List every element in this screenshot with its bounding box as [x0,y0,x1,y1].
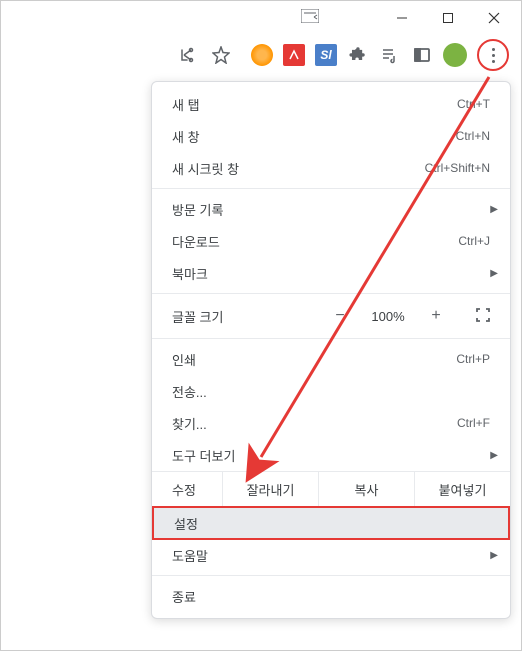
menu-new-tab[interactable]: 새 탭 Ctrl+T [152,88,510,120]
maximize-button[interactable] [425,2,471,34]
cut-button[interactable]: 잘라내기 [222,472,318,506]
menu-cast[interactable]: 전송... [152,375,510,407]
menu-zoom-row: 글꼴 크기 − 100% + [152,298,510,334]
zoom-value: 100% [368,309,408,324]
tab-status-icon [301,9,319,28]
menu-find[interactable]: 찾기... Ctrl+F [152,407,510,439]
media-control-icon[interactable] [379,44,401,66]
menu-shortcut: Ctrl+P [456,352,490,366]
browser-toolbar: Sl [1,35,521,75]
chevron-right-icon: ▶ [490,204,498,215]
fullscreen-icon[interactable] [476,308,490,325]
menu-help[interactable]: 도움말 ▶ [152,539,510,571]
minimize-button[interactable] [379,2,425,34]
menu-exit[interactable]: 종료 [152,580,510,612]
paste-button[interactable]: 붙여넣기 [414,472,510,506]
copy-button[interactable]: 복사 [318,472,414,506]
menu-item-label: 북마크 [172,264,208,283]
menu-shortcut: Ctrl+N [456,129,490,143]
menu-shortcut: Ctrl+F [457,416,490,430]
edit-label: 수정 [152,480,222,499]
menu-history[interactable]: 방문 기록 ▶ [152,193,510,225]
menu-shortcut: Ctrl+T [457,97,490,111]
profile-avatar[interactable] [443,43,467,67]
bookmark-star-icon[interactable] [209,43,233,67]
menu-incognito[interactable]: 새 시크릿 창 Ctrl+Shift+N [152,152,510,184]
share-icon[interactable] [175,43,199,67]
menu-item-label: 전송... [172,382,207,401]
menu-item-label: 설정 [174,514,198,533]
zoom-label: 글꼴 크기 [172,307,330,326]
menu-item-label: 도움말 [172,546,208,565]
menu-settings[interactable]: 설정 [152,506,510,540]
menu-divider [152,293,510,294]
menu-item-label: 새 탭 [172,95,200,114]
zoom-in-button[interactable]: + [426,307,446,325]
close-button[interactable] [471,2,517,34]
extensions-puzzle-icon[interactable] [347,44,369,66]
menu-item-label: 도구 더보기 [172,446,235,465]
window-title-bar [1,1,521,35]
menu-item-label: 방문 기록 [172,200,223,219]
main-menu-button[interactable] [492,48,495,63]
menu-shortcut: Ctrl+J [458,234,490,248]
zoom-out-button[interactable]: − [330,307,350,325]
menu-new-window[interactable]: 새 창 Ctrl+N [152,120,510,152]
menu-item-label: 종료 [172,587,196,606]
extension-orange-icon[interactable] [251,44,273,66]
menu-divider [152,338,510,339]
chevron-right-icon: ▶ [490,450,498,461]
menu-item-label: 새 창 [172,127,200,146]
menu-edit-row: 수정 잘라내기 복사 붙여넣기 [152,471,510,507]
menu-bookmarks[interactable]: 북마크 ▶ [152,257,510,289]
menu-divider [152,575,510,576]
menu-shortcut: Ctrl+Shift+N [425,161,490,175]
chevron-right-icon: ▶ [490,550,498,561]
side-panel-icon[interactable] [411,44,433,66]
menu-downloads[interactable]: 다운로드 Ctrl+J [152,225,510,257]
main-menu-panel: 새 탭 Ctrl+T 새 창 Ctrl+N 새 시크릿 창 Ctrl+Shift… [151,81,511,619]
main-menu-button-highlight [477,39,509,71]
menu-item-label: 인쇄 [172,350,196,369]
menu-item-label: 찾기... [172,414,207,433]
chevron-right-icon: ▶ [490,268,498,279]
menu-item-label: 새 시크릿 창 [172,159,239,178]
extension-sl-icon[interactable]: Sl [315,44,337,66]
menu-divider [152,188,510,189]
menu-print[interactable]: 인쇄 Ctrl+P [152,343,510,375]
menu-more-tools[interactable]: 도구 더보기 ▶ [152,439,510,471]
extension-red-icon[interactable] [283,44,305,66]
menu-item-label: 다운로드 [172,232,220,251]
